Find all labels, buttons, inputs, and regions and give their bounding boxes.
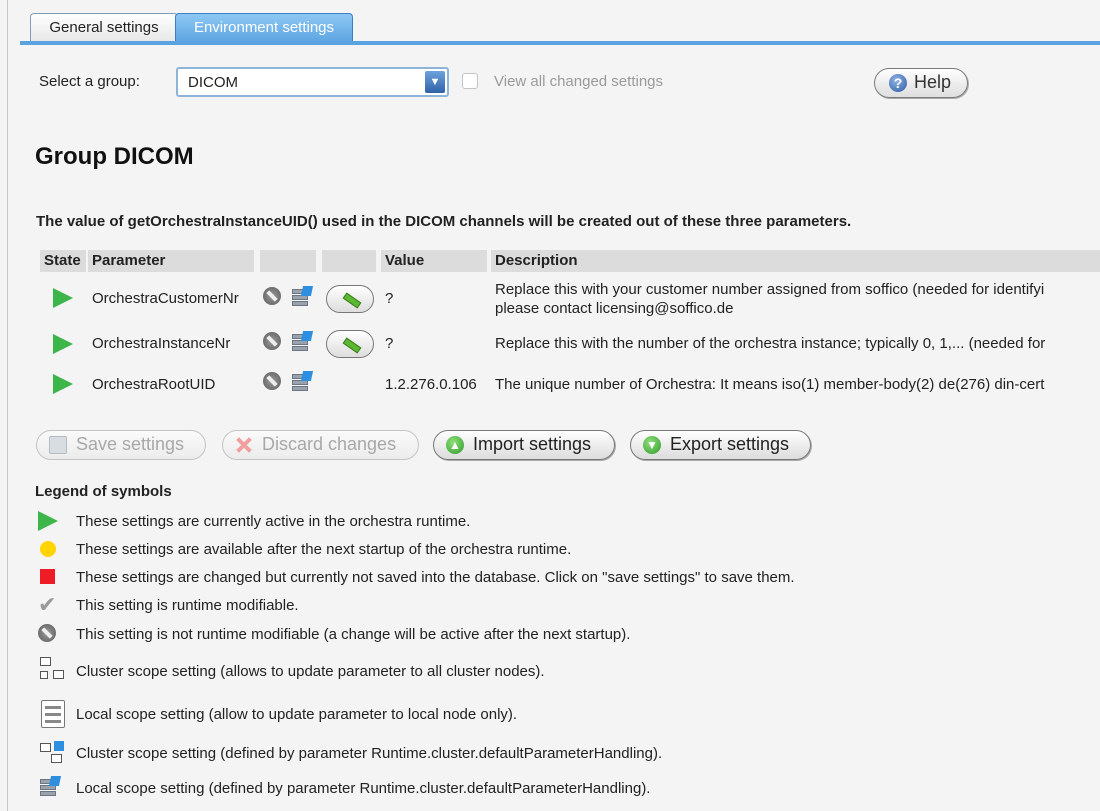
local-scope-default-icon <box>292 286 314 306</box>
local-scope-default-icon <box>292 371 314 391</box>
group-select-value: DICOM <box>188 74 238 91</box>
edit-pencil-button[interactable] <box>326 285 374 313</box>
active-state-icon <box>53 374 73 394</box>
help-icon: ? <box>889 74 907 92</box>
parameter-value: ? <box>385 335 394 352</box>
select-group-label: Select a group: <box>39 73 140 90</box>
parameter-name: OrchestraCustomerNr <box>92 290 239 307</box>
parameter-name: OrchestraRootUID <box>92 376 216 393</box>
legend-item-changed: These settings are changed but currently… <box>76 569 795 586</box>
active-state-icon <box>53 288 73 308</box>
parameter-description: Replace this with the number of the orch… <box>495 335 1046 352</box>
cluster-scope-icon <box>40 657 66 683</box>
col-header-edit <box>322 250 376 272</box>
parameter-description: The unique number of Orchestra: It means… <box>495 376 1045 393</box>
legend-item-pending: These settings are available after the n… <box>76 541 572 558</box>
parameter-value: ? <box>385 290 394 307</box>
tab-underline <box>20 41 1100 45</box>
save-settings-button[interactable]: Save settings <box>36 430 206 460</box>
legend-item-runtime-modifiable: This setting is runtime modifiable. <box>76 597 299 614</box>
help-label: Help <box>914 72 952 92</box>
legend-item-active: These settings are currently active in t… <box>76 513 471 530</box>
col-header-scope <box>260 250 316 272</box>
changed-state-icon <box>40 569 55 584</box>
active-state-icon <box>53 334 73 354</box>
import-settings-button[interactable]: ▲ Import settings <box>433 430 615 460</box>
local-scope-default-icon <box>40 776 62 796</box>
legend-item-cluster-scope: Cluster scope setting (allows to update … <box>76 663 545 680</box>
view-all-changed-checkbox[interactable] <box>462 73 478 89</box>
legend-item-local-scope-default: Local scope setting (defined by paramete… <box>76 780 651 797</box>
legend-item-not-runtime-modifiable: This setting is not runtime modifiable (… <box>76 626 631 643</box>
cluster-scope-default-icon <box>40 741 66 767</box>
col-header-state: State <box>40 250 86 272</box>
view-all-changed-label: View all changed settings <box>494 73 663 90</box>
legend-item-local-scope: Local scope setting (allow to update par… <box>76 706 518 723</box>
parameter-description: Replace this with your customer number a… <box>495 281 1045 298</box>
upload-arrow-icon: ▲ <box>446 436 464 454</box>
parameter-value: 1.2.276.0.106 <box>385 376 477 393</box>
help-button[interactable]: ? Help <box>874 68 968 98</box>
edit-pencil-button[interactable] <box>326 330 374 358</box>
col-header-description: Description <box>491 250 1100 272</box>
save-disk-icon <box>49 436 67 454</box>
export-settings-button[interactable]: ▼ Export settings <box>630 430 811 460</box>
parameter-description-line2: please contact licensing@soffico.de <box>495 300 734 317</box>
group-select[interactable]: DICOM ▼ <box>176 67 449 97</box>
discard-changes-label: Discard changes <box>262 434 397 454</box>
save-settings-label: Save settings <box>76 434 185 454</box>
group-intro-text: The value of getOrchestraInstanceUID() u… <box>36 213 852 230</box>
left-border <box>7 0 8 811</box>
not-runtime-modifiable-icon <box>263 332 281 350</box>
checkmark-icon: ✔ <box>38 592 57 617</box>
discard-changes-button[interactable]: Discard changes <box>222 430 419 460</box>
tab-general-settings[interactable]: General settings <box>30 13 178 41</box>
local-scope-icon <box>41 700 65 728</box>
legend-item-cluster-scope-default: Cluster scope setting (defined by parame… <box>76 745 663 762</box>
pending-state-icon <box>40 541 56 557</box>
active-state-icon <box>38 511 58 531</box>
chevron-down-icon[interactable]: ▼ <box>425 71 445 93</box>
parameter-name: OrchestraInstanceNr <box>92 335 231 352</box>
col-header-parameter: Parameter <box>88 250 254 272</box>
tab-environment-settings[interactable]: Environment settings <box>175 13 353 41</box>
not-runtime-modifiable-icon <box>263 372 281 390</box>
download-arrow-icon: ▼ <box>643 436 661 454</box>
local-scope-default-icon <box>292 331 314 351</box>
export-settings-label: Export settings <box>670 434 790 454</box>
import-settings-label: Import settings <box>473 434 592 454</box>
legend-title: Legend of symbols <box>35 483 172 500</box>
discard-x-icon <box>235 436 253 454</box>
page-title: Group DICOM <box>35 143 194 170</box>
not-runtime-modifiable-icon <box>263 287 281 305</box>
col-header-value: Value <box>381 250 487 272</box>
not-runtime-modifiable-icon <box>38 624 56 642</box>
